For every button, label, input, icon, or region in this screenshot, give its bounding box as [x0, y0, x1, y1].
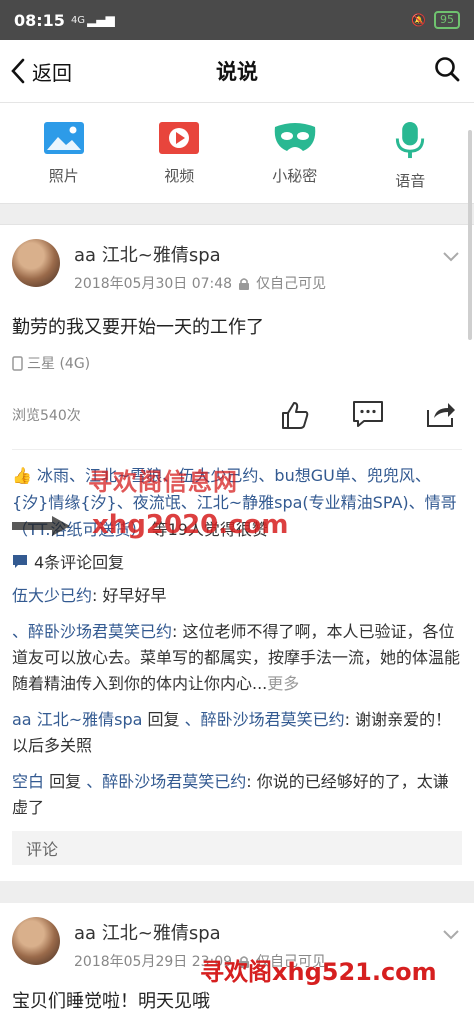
thumbs-up-icon: 👍 — [12, 466, 32, 485]
reply-target[interactable]: 、醉卧沙场君莫笑已约 — [185, 710, 345, 729]
comment-item[interactable]: aa 江北~雅倩spa 回复 、醉卧沙场君莫笑已约: 谢谢亲爱的！以后多关照 — [12, 707, 462, 759]
photo-icon — [43, 122, 84, 154]
like-icon[interactable] — [280, 400, 310, 430]
microphone-icon — [396, 121, 425, 159]
secret-label: 小秘密 — [272, 167, 318, 185]
comment-author[interactable]: 空白 — [12, 772, 44, 791]
post-device: 三星 (4G) — [27, 356, 91, 372]
watermark-text: xhg2020.com — [92, 510, 289, 540]
comment-item[interactable]: 、醉卧沙场君莫笑已约: 这位老师不得了啊，本人已验证，各位道友可以放心去。菜单写… — [12, 619, 462, 697]
comment-icon[interactable] — [352, 400, 384, 428]
chevron-down-icon[interactable] — [442, 251, 460, 263]
status-bar: 08:15 4G ▂▄▆ 🔕 95 — [0, 0, 474, 40]
post-date: 2018年05月30日 07:48 — [74, 276, 233, 292]
voice-button[interactable]: 语音 — [365, 121, 455, 191]
video-icon — [159, 122, 200, 154]
comment-author[interactable]: aa 江北~雅倩spa — [12, 710, 142, 729]
watermark-text: 寻欢阁信息网 — [88, 468, 238, 496]
photo-button[interactable]: 照片 — [19, 121, 109, 191]
search-icon — [435, 57, 460, 82]
back-arrow-icon — [11, 58, 25, 84]
signal-label: 4G — [70, 14, 86, 26]
comment-author[interactable]: 伍大少已约 — [12, 586, 92, 605]
signal-icon: ▂▄▆ — [87, 13, 115, 27]
reply-target[interactable]: 、醉卧沙场君莫笑已约 — [86, 772, 246, 791]
phone-icon — [12, 355, 23, 371]
chevron-down-icon[interactable] — [442, 929, 460, 941]
comment-input[interactable]: 评论 — [12, 831, 462, 865]
post-content: 宝贝们睡觉啦！明天见哦 — [12, 991, 210, 1012]
post-content: 勤劳的我又要开始一天的工作了 — [12, 317, 264, 338]
status-time: 08:15 — [14, 10, 65, 30]
post-author[interactable]: aa 江北~雅倩spa — [74, 241, 326, 267]
reply-word: 回复 — [142, 710, 185, 729]
watermark-text: 寻欢阁xhg521.com — [200, 958, 437, 986]
avatar[interactable] — [12, 239, 60, 287]
comment-bubble-icon — [13, 554, 27, 568]
comment-text: : 好早好早 — [92, 586, 167, 605]
avatar[interactable] — [12, 917, 60, 965]
mask-icon — [274, 123, 315, 151]
comment-author[interactable]: 、醉卧沙场君莫笑已约 — [12, 622, 172, 641]
post-card: aa 江北~雅倩spa 2018年05月30日 07:48 仅自己可见 勤劳的我… — [0, 225, 474, 865]
video-label: 视频 — [164, 167, 195, 185]
post-author[interactable]: aa 江北~雅倩spa — [74, 919, 326, 945]
comment-count: 4条评论回复 — [12, 549, 462, 573]
comment-count-label: 4条评论回复 — [34, 553, 125, 572]
photo-label: 照片 — [48, 167, 79, 185]
lock-icon — [239, 277, 250, 290]
comment-item[interactable]: 空白 回复 、醉卧沙场君莫笑已约: 你说的已经够好的了，太谦虚了 — [12, 769, 462, 821]
secret-button[interactable]: 小秘密 — [250, 121, 340, 191]
section-divider — [0, 881, 474, 903]
battery-icon: 95 — [434, 11, 460, 29]
arrow-right-icon — [12, 516, 70, 536]
comment-item[interactable]: 伍大少已约: 好早好早 — [12, 583, 462, 609]
share-icon[interactable] — [426, 400, 456, 428]
view-count: 浏览540次 — [12, 408, 81, 424]
mute-icon: 🔕 — [411, 13, 426, 27]
nav-bar: 返回 说说 — [0, 40, 474, 103]
post-privacy: 仅自己可见 — [256, 276, 327, 292]
video-button[interactable]: 视频 — [134, 121, 224, 191]
post-type-bar: 照片 视频 小秘密 语音 — [0, 103, 474, 203]
section-divider — [0, 203, 474, 225]
voice-label: 语音 — [395, 172, 426, 190]
back-button[interactable]: 返回 — [0, 57, 72, 86]
more-link[interactable]: 更多 — [267, 674, 299, 693]
back-label: 返回 — [32, 60, 72, 85]
reply-word: 回复 — [44, 772, 87, 791]
scrollbar[interactable] — [468, 130, 472, 340]
search-button[interactable] — [434, 56, 474, 86]
